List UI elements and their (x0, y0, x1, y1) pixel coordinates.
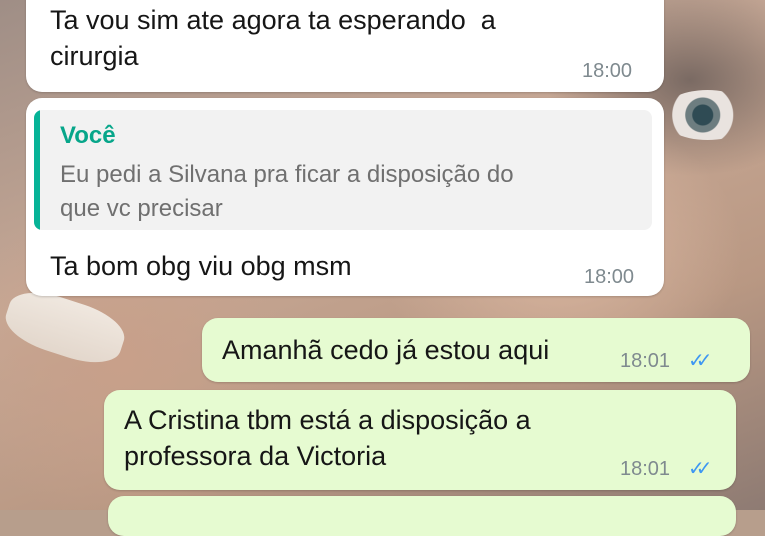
double-check-icon: ✓✓ (688, 456, 712, 480)
message-bubble-outgoing[interactable]: A Cristina tbm está a disposição a profe… (104, 390, 736, 490)
message-time: 18:01 (620, 350, 671, 372)
message-bubble-outgoing[interactable]: Amanhã cedo já estou aqui 18:01 ✓✓ (202, 318, 750, 382)
message-bubble-outgoing-partial[interactable] (108, 496, 736, 536)
quote-author: Você (60, 122, 116, 149)
message-text: Ta bom obg viu obg msm (50, 251, 352, 281)
message-time: 18:00 (584, 266, 635, 288)
wallpaper-photo-smile (0, 282, 131, 373)
message-text: Amanhã cedo já estou aqui (222, 335, 550, 365)
message-text: Ta vou sim ate agora ta esperando a ciru… (50, 5, 496, 71)
message-bubble-incoming[interactable]: Ta vou sim ate agora ta esperando a ciru… (26, 0, 664, 92)
message-text: A Cristina tbm está a disposição a profe… (124, 405, 531, 471)
wallpaper-photo-eye (660, 90, 755, 140)
message-time: 18:01 (620, 458, 671, 480)
message-time: 18:00 (582, 60, 633, 82)
quote-text: Eu pedi a Silvana pra ficar a disposição… (60, 161, 514, 222)
quoted-message[interactable]: Você Eu pedi a Silvana pra ficar a dispo… (34, 110, 652, 230)
quote-accent-bar (34, 110, 40, 230)
double-check-icon: ✓✓ (688, 348, 712, 372)
